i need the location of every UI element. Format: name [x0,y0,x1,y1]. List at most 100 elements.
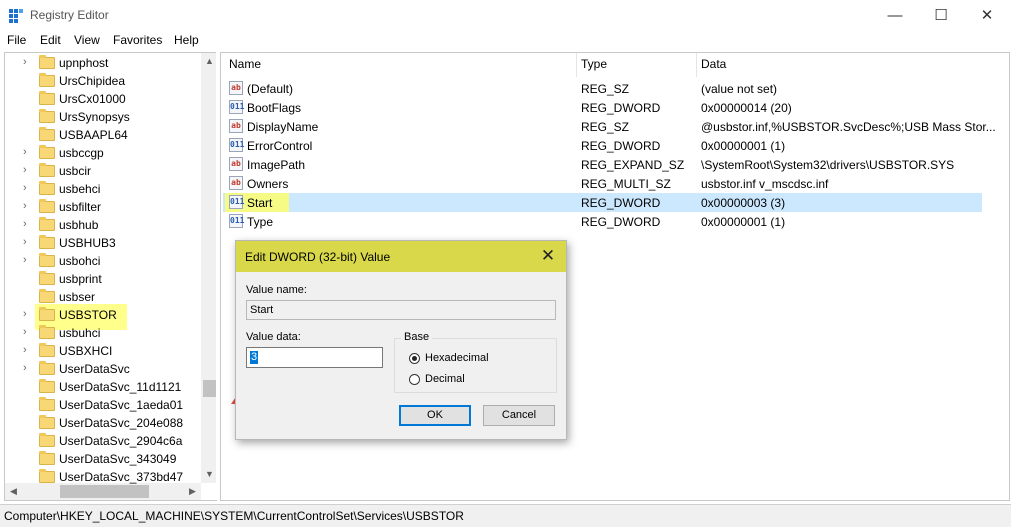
close-button[interactable]: ✕ [964,0,1010,31]
value-row[interactable]: ab (Default) REG_SZ (value not set) [223,79,982,98]
tree-item[interactable]: › usbehci [5,181,201,199]
edit-dword-dialog: Edit DWORD (32-bit) Value ✕ Value name: … [235,240,567,440]
tree-item[interactable]: UrsSynopsys [5,109,201,127]
tree-item[interactable]: UserDataSvc_204e088 [5,415,201,433]
tree-item[interactable]: › usbfilter [5,199,201,217]
column-header-data[interactable]: Data [701,57,726,71]
column-header-type[interactable]: Type [581,57,607,71]
value-row[interactable]: 011 Type REG_DWORD 0x00000001 (1) [223,212,982,231]
tree-item[interactable]: › USBSTOR [5,304,201,330]
folder-icon [39,271,55,285]
expand-chevron-icon[interactable]: › [23,326,27,338]
registry-editor-icon [9,9,23,23]
expand-chevron-icon[interactable]: › [23,56,27,68]
tree-item[interactable]: UrsCx01000 [5,91,201,109]
expand-chevron-icon[interactable]: › [23,236,27,248]
tree-item-label: usbehci [59,182,101,196]
tree-item-label: usbhub [59,218,99,232]
tree-item-label: usbprint [59,272,102,286]
value-name: BootFlags [247,101,302,115]
value-row[interactable]: 011 ErrorControl REG_DWORD 0x00000001 (1) [223,136,982,155]
string-value-icon: ab [229,81,243,95]
expand-chevron-icon[interactable]: › [23,146,27,158]
column-divider[interactable] [696,53,697,77]
value-type: REG_MULTI_SZ [581,177,671,191]
tree-item[interactable]: UserDataSvc_1aeda01 [5,397,201,415]
folder-icon [39,343,55,357]
value-row[interactable]: 011 Start REG_DWORD 0x00000003 (3) [223,193,982,212]
tree-item[interactable]: usbprint [5,271,201,289]
cancel-button[interactable]: Cancel [483,405,555,426]
folder-icon [39,415,55,429]
menu-view[interactable]: View [74,33,100,47]
tree-item[interactable]: › usbcir [5,163,201,181]
tree-item[interactable]: UserDataSvc_11d1121 [5,379,201,397]
folder-icon [39,307,55,321]
dword-value-icon: 011 [229,100,244,114]
folder-icon [39,253,55,267]
key-tree[interactable]: ▲ ▼ ◀ ▶ › upnphost UrsChipidea UrsCx01000 Ur… [4,52,218,501]
expand-chevron-icon[interactable]: › [23,344,27,356]
column-header-name[interactable]: Name [229,57,261,71]
menu-favorites[interactable]: Favorites [113,33,162,47]
value-data: 0x00000001 (1) [701,215,786,229]
tree-item-label: UserDataSvc_2904c6a [59,434,183,448]
title-bar: Registry Editor — ☐ ✕ [0,0,1011,31]
tree-item[interactable]: › USBHUB3 [5,235,201,253]
dialog-close-icon[interactable]: ✕ [536,245,560,267]
tree-item[interactable]: › usbhub [5,217,201,235]
tree-item-label: UserDataSvc [59,362,130,376]
expand-chevron-icon[interactable]: › [23,254,27,266]
hexadecimal-radio[interactable] [409,353,420,364]
menu-file[interactable]: File [7,33,26,47]
tree-item[interactable]: › usbccgp [5,145,201,163]
expand-chevron-icon[interactable]: › [23,182,27,194]
expand-chevron-icon[interactable]: › [23,308,27,320]
dword-value-icon: 011 [229,214,244,228]
value-name-field: Start [246,300,556,320]
expand-chevron-icon[interactable]: › [23,362,27,374]
value-row[interactable]: ab Owners REG_MULTI_SZ usbstor.inf v_mscdsc… [223,174,982,193]
hexadecimal-label[interactable]: Hexadecimal [425,352,489,364]
folder-icon [39,55,55,69]
menu-help[interactable]: Help [174,33,199,47]
folder-icon [39,109,55,123]
tree-item[interactable]: UserDataSvc_343049 [5,451,201,469]
value-row[interactable]: ab ImagePath REG_EXPAND_SZ \SystemRoot\Syst… [223,155,982,174]
value-row[interactable]: 011 BootFlags REG_DWORD 0x00000014 (20) [223,98,982,117]
dialog-title-bar: Edit DWORD (32-bit) Value ✕ [236,241,566,272]
value-type: REG_DWORD [581,101,661,115]
decimal-label[interactable]: Decimal [425,373,465,385]
ok-button[interactable]: OK [399,405,471,426]
tree-item[interactable]: UserDataSvc_373bd47 [5,469,201,487]
status-bar: Computer\HKEY_LOCAL_MACHINE\SYSTEM\Curre… [0,504,1011,527]
base-label: Base [401,331,433,343]
key-path: Computer\HKEY_LOCAL_MACHINE\SYSTEM\Curre… [4,509,464,523]
folder-icon [39,433,55,447]
expand-chevron-icon[interactable]: › [23,164,27,176]
column-divider[interactable] [576,53,577,77]
tree-item[interactable]: › usbuhci [5,325,201,343]
tree-item[interactable]: › UserDataSvc [5,361,201,379]
scroll-thumb[interactable] [203,380,216,397]
folder-icon [39,235,55,249]
value-name: Type [247,215,274,229]
decimal-radio[interactable] [409,374,420,385]
value-data: @usbstor.inf,%USBSTOR.SvcDesc%;USB Mass … [701,120,996,134]
tree-item[interactable]: › upnphost [5,55,201,73]
value-row[interactable]: ab DisplayName REG_SZ @usbstor.inf,%USBSTOR… [223,117,996,136]
folder-icon [39,289,55,303]
expand-chevron-icon[interactable]: › [23,218,27,230]
minimize-button[interactable]: — [872,0,918,31]
value-type: REG_SZ [581,82,630,96]
tree-item[interactable]: USBAAPL64 [5,127,201,145]
tree-item-label: usbohci [59,254,101,268]
tree-item[interactable]: UserDataSvc_2904c6a [5,433,201,451]
tree-item[interactable]: › USBXHCI [5,343,201,361]
value-data-input[interactable] [246,347,383,368]
maximize-button[interactable]: ☐ [918,0,964,31]
tree-item[interactable]: › usbohci [5,253,201,271]
tree-item[interactable]: UrsChipidea [5,73,201,91]
menu-edit[interactable]: Edit [40,33,61,47]
expand-chevron-icon[interactable]: › [23,200,27,212]
